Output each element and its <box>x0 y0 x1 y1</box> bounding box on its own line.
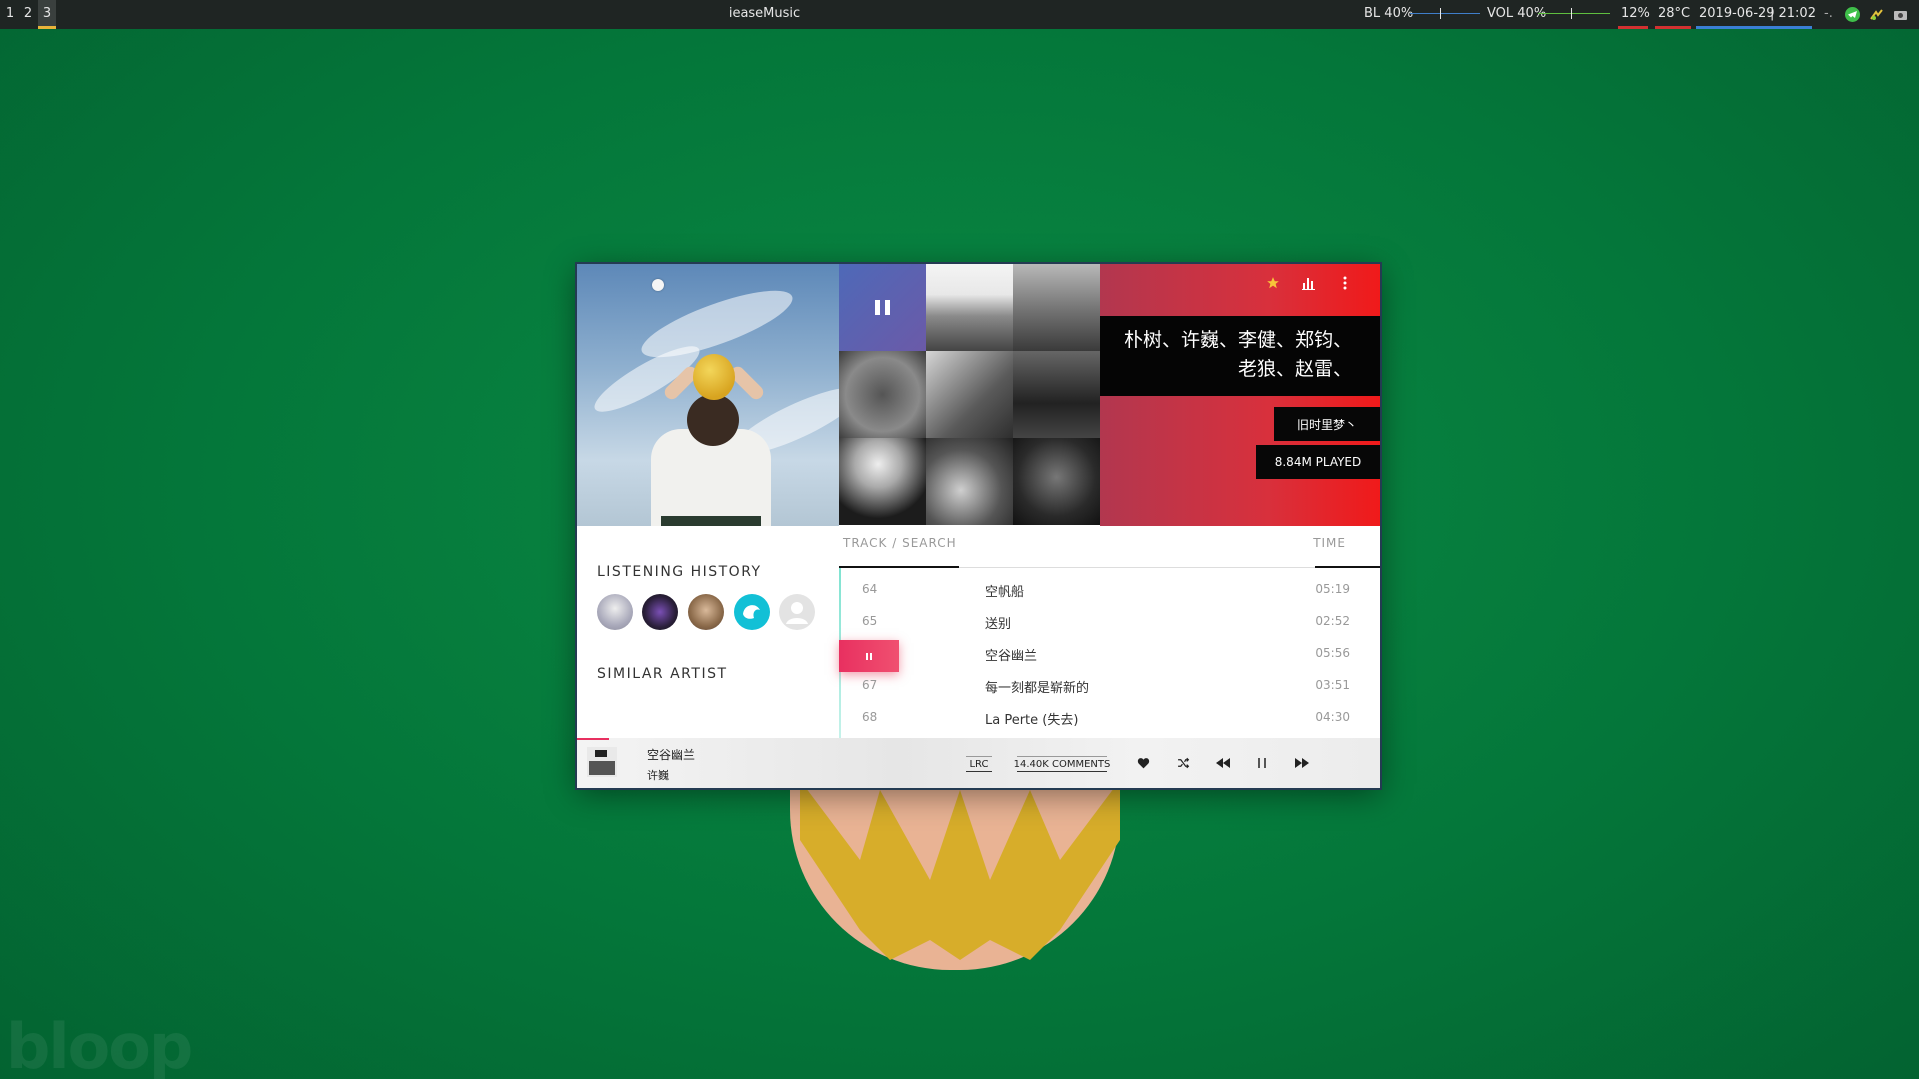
history-avatar[interactable] <box>734 594 770 630</box>
album-thumbnail[interactable] <box>839 438 926 525</box>
next-track-icon[interactable] <box>1293 754 1311 772</box>
star-icon[interactable] <box>1262 272 1284 294</box>
track-search-header[interactable]: TRACK / SEARCH <box>843 536 957 550</box>
album-thumbnail[interactable] <box>926 264 1013 351</box>
album-thumbnail[interactable] <box>1013 438 1100 525</box>
shuffle-icon[interactable] <box>1174 754 1192 772</box>
pause-icon[interactable] <box>1253 754 1271 772</box>
track-list: TRACK / SEARCH TIME 64 空帆船 05:19 65 送别 0… <box>839 526 1380 738</box>
equalizer-icon[interactable] <box>1298 272 1320 294</box>
listening-history-title: LISTENING HISTORY <box>597 564 762 580</box>
playlist-cover-image <box>577 264 839 526</box>
track-row-playing[interactable]: 空谷幽兰 05:56 <box>839 637 1380 672</box>
history-avatar[interactable] <box>597 594 633 630</box>
track-list-header: TRACK / SEARCH TIME <box>839 526 1380 568</box>
now-playing-title[interactable]: 空谷幽兰 <box>647 746 695 763</box>
album-thumbnail[interactable] <box>839 351 926 438</box>
album-thumbnail[interactable] <box>1013 351 1100 438</box>
playback-progress[interactable] <box>577 738 610 740</box>
comments-button[interactable]: 14.40K COMMENTS <box>1014 756 1110 772</box>
album-thumbnail[interactable] <box>926 351 1013 438</box>
pause-playlist-button[interactable] <box>839 264 926 351</box>
track-row[interactable]: 64 空帆船 05:19 <box>839 573 1380 605</box>
track-row[interactable]: 65 送别 02:52 <box>839 605 1380 637</box>
like-heart-icon[interactable] <box>1134 754 1152 772</box>
now-playing-artist[interactable]: 许巍 <box>647 767 669 783</box>
pause-icon <box>875 300 890 315</box>
playlist-artists: 朴树、许巍、李健、郑钧、 老狼、赵雷、 <box>1100 316 1380 396</box>
album-grid <box>839 264 1100 526</box>
track-row[interactable]: 67 每一刻都是崭新的 03:51 <box>839 669 1380 701</box>
sidebar-panel <box>577 526 839 738</box>
lyrics-button[interactable]: LRC <box>966 756 992 772</box>
album-thumbnail[interactable] <box>1013 264 1100 351</box>
now-playing-cover[interactable] <box>587 747 617 777</box>
track-row[interactable]: 68 La Perte (失去) 04:30 <box>839 701 1380 733</box>
dot-indicator-icon[interactable] <box>652 279 664 291</box>
iease-music-window: 朴树、许巍、李健、郑钧、 老狼、赵雷、 旧时里梦丶 8.84M PLAYED L… <box>577 264 1380 788</box>
time-header: TIME <box>1313 536 1346 550</box>
album-thumbnail[interactable] <box>926 438 1013 525</box>
played-count-tag: 8.84M PLAYED <box>1256 445 1380 479</box>
history-avatar-default-user-icon[interactable] <box>779 594 815 630</box>
similar-artist-title: SIMILAR ARTIST <box>597 666 728 682</box>
history-avatar[interactable] <box>688 594 724 630</box>
player-bar: 空谷幽兰 许巍 LRC 14.40K COMMENTS <box>577 738 1380 788</box>
playlist-info-panel: 朴树、许巍、李健、郑钧、 老狼、赵雷、 旧时里梦丶 8.84M PLAYED <box>1100 264 1380 526</box>
bloop-watermark-logo: bloop <box>6 1010 193 1079</box>
pause-icon <box>866 652 872 660</box>
playlist-name-tag[interactable]: 旧时里梦丶 <box>1274 407 1380 441</box>
history-avatar[interactable] <box>642 594 678 630</box>
previous-track-icon[interactable] <box>1214 754 1232 772</box>
now-playing-pause-button[interactable] <box>839 640 899 672</box>
more-vert-icon[interactable] <box>1334 272 1356 294</box>
